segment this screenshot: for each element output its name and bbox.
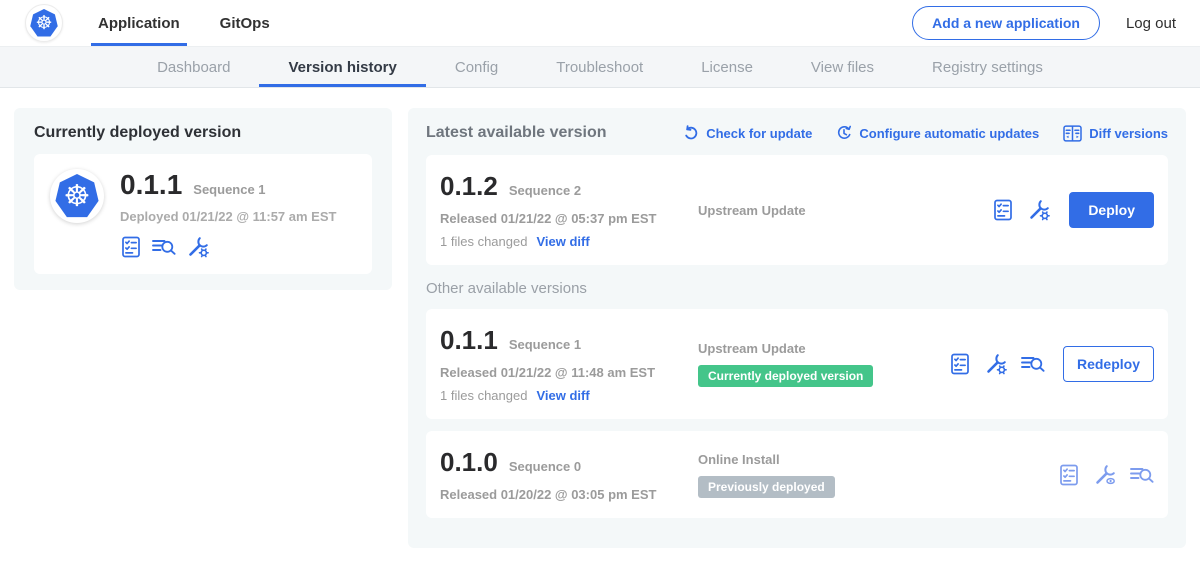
other-versions-title: Other available versions xyxy=(426,280,1168,297)
version-source: Upstream Update xyxy=(698,203,992,218)
subnav-config[interactable]: Config xyxy=(426,47,527,87)
version-info: 0.1.2 Sequence 2 Released 01/21/22 @ 05:… xyxy=(440,171,698,249)
deployed-timestamp: Deployed 01/21/22 @ 11:57 am EST xyxy=(120,209,336,224)
logout-button[interactable]: Log out xyxy=(1126,15,1176,32)
deploy-button[interactable]: Deploy xyxy=(1069,192,1154,228)
edit-config-icon[interactable] xyxy=(186,235,210,259)
subnav-version-history[interactable]: Version history xyxy=(259,47,425,87)
deployed-sequence-label: Sequence 1 xyxy=(193,182,265,197)
preflight-checks-icon[interactable] xyxy=(992,199,1014,221)
subnav-view-files[interactable]: View files xyxy=(782,47,903,87)
subnav-dashboard[interactable]: Dashboard xyxy=(128,47,259,87)
subnav-license[interactable]: License xyxy=(672,47,782,87)
top-tabs: Application GitOps xyxy=(91,0,303,46)
version-number: 0.1.1 xyxy=(440,325,498,356)
released-timestamp: Released 01/21/22 @ 05:37 pm EST xyxy=(440,211,698,226)
version-number: 0.1.0 xyxy=(440,447,498,478)
clock-refresh-icon xyxy=(836,125,852,141)
view-config-icon[interactable] xyxy=(1093,463,1117,487)
check-for-update-link[interactable]: Check for update xyxy=(683,125,812,141)
tab-gitops[interactable]: GitOps xyxy=(213,0,277,46)
sequence-label: Sequence 0 xyxy=(509,459,581,474)
configure-automatic-updates-link[interactable]: Configure automatic updates xyxy=(836,125,1039,141)
version-history-panel: Latest available version Check for updat… xyxy=(408,108,1186,548)
refresh-icon xyxy=(683,125,699,141)
version-info: 0.1.1 Sequence 1 Released 01/21/22 @ 11:… xyxy=(440,325,698,403)
version-source: Online Install Previously deployed xyxy=(698,452,1058,498)
deployed-card-actions xyxy=(120,235,336,259)
kubernetes-logo-icon: ☸ xyxy=(55,174,99,218)
version-card-0-1-2: 0.1.2 Sequence 2 Released 01/21/22 @ 05:… xyxy=(426,155,1168,265)
diff-versions-label: Diff versions xyxy=(1089,126,1168,141)
version-info: 0.1.0 Sequence 0 Released 01/20/22 @ 03:… xyxy=(440,447,698,502)
kubernetes-wheel-glyph: ☸ xyxy=(35,12,52,35)
configure-automatic-updates-label: Configure automatic updates xyxy=(859,126,1039,141)
edit-config-icon[interactable] xyxy=(1027,198,1051,222)
version-card-actions xyxy=(1058,463,1154,487)
latest-version-header: Latest available version Check for updat… xyxy=(426,124,1168,142)
preflight-checks-icon[interactable] xyxy=(120,236,142,258)
preflight-checks-icon[interactable] xyxy=(949,353,971,375)
deployed-panel-title: Currently deployed version xyxy=(34,124,372,142)
redeploy-button[interactable]: Redeploy xyxy=(1063,346,1154,382)
source-label: Online Install xyxy=(698,452,1058,467)
currently-deployed-badge: Currently deployed version xyxy=(698,365,873,387)
files-changed-label: 1 files changed xyxy=(440,388,527,403)
deployed-card-body: 0.1.1 Sequence 1 Deployed 01/21/22 @ 11:… xyxy=(120,169,336,259)
source-label: Upstream Update xyxy=(698,203,992,218)
add-application-button[interactable]: Add a new application xyxy=(912,6,1100,40)
preflight-checks-icon[interactable] xyxy=(1058,464,1080,486)
version-card-0-1-0: 0.1.0 Sequence 0 Released 01/20/22 @ 03:… xyxy=(426,431,1168,518)
deployed-app-logo: ☸ xyxy=(50,169,104,223)
topnav-right: Add a new application Log out xyxy=(912,0,1176,46)
sequence-label: Sequence 2 xyxy=(509,183,581,198)
previously-deployed-badge: Previously deployed xyxy=(698,476,835,498)
main-content: Currently deployed version ☸ 0.1.1 Seque… xyxy=(0,88,1200,568)
check-for-update-label: Check for update xyxy=(706,126,812,141)
sequence-label: Sequence 1 xyxy=(509,337,581,352)
subnav-troubleshoot[interactable]: Troubleshoot xyxy=(527,47,672,87)
version-card-actions: Redeploy xyxy=(949,346,1154,382)
kubernetes-wheel-glyph: ☸ xyxy=(64,179,91,214)
version-card-0-1-1: 0.1.1 Sequence 1 Released 01/21/22 @ 11:… xyxy=(426,309,1168,419)
source-label: Upstream Update xyxy=(698,341,949,356)
deploy-logs-icon[interactable] xyxy=(152,236,176,258)
released-timestamp: Released 01/20/22 @ 03:05 pm EST xyxy=(440,487,698,502)
subnav-registry-settings[interactable]: Registry settings xyxy=(903,47,1072,87)
kubernetes-logo-icon: ☸ xyxy=(30,9,58,37)
version-source: Upstream Update Currently deployed versi… xyxy=(698,341,949,387)
currently-deployed-panel: Currently deployed version ☸ 0.1.1 Seque… xyxy=(14,108,392,290)
view-diff-link[interactable]: View diff xyxy=(536,234,589,249)
deployed-version-card: ☸ 0.1.1 Sequence 1 Deployed 01/21/22 @ 1… xyxy=(34,154,372,274)
version-number: 0.1.2 xyxy=(440,171,498,202)
version-actions: Check for update Configure automatic upd… xyxy=(683,125,1168,142)
top-nav: ☸ Application GitOps Add a new applicati… xyxy=(0,0,1200,46)
deploy-logs-icon[interactable] xyxy=(1130,464,1154,486)
app-sub-nav: Dashboard Version history Config Trouble… xyxy=(0,46,1200,88)
version-card-actions: Deploy xyxy=(992,192,1154,228)
deploy-logs-icon[interactable] xyxy=(1021,353,1045,375)
diff-icon xyxy=(1063,125,1082,142)
view-diff-link[interactable]: View diff xyxy=(536,388,589,403)
released-timestamp: Released 01/21/22 @ 11:48 am EST xyxy=(440,365,698,380)
diff-versions-link[interactable]: Diff versions xyxy=(1063,125,1168,142)
latest-version-title: Latest available version xyxy=(426,124,607,142)
files-changed-label: 1 files changed xyxy=(440,234,527,249)
app-logo: ☸ xyxy=(25,4,63,42)
edit-config-icon[interactable] xyxy=(984,352,1008,376)
tab-application[interactable]: Application xyxy=(91,0,187,46)
deployed-version-number: 0.1.1 xyxy=(120,169,182,201)
